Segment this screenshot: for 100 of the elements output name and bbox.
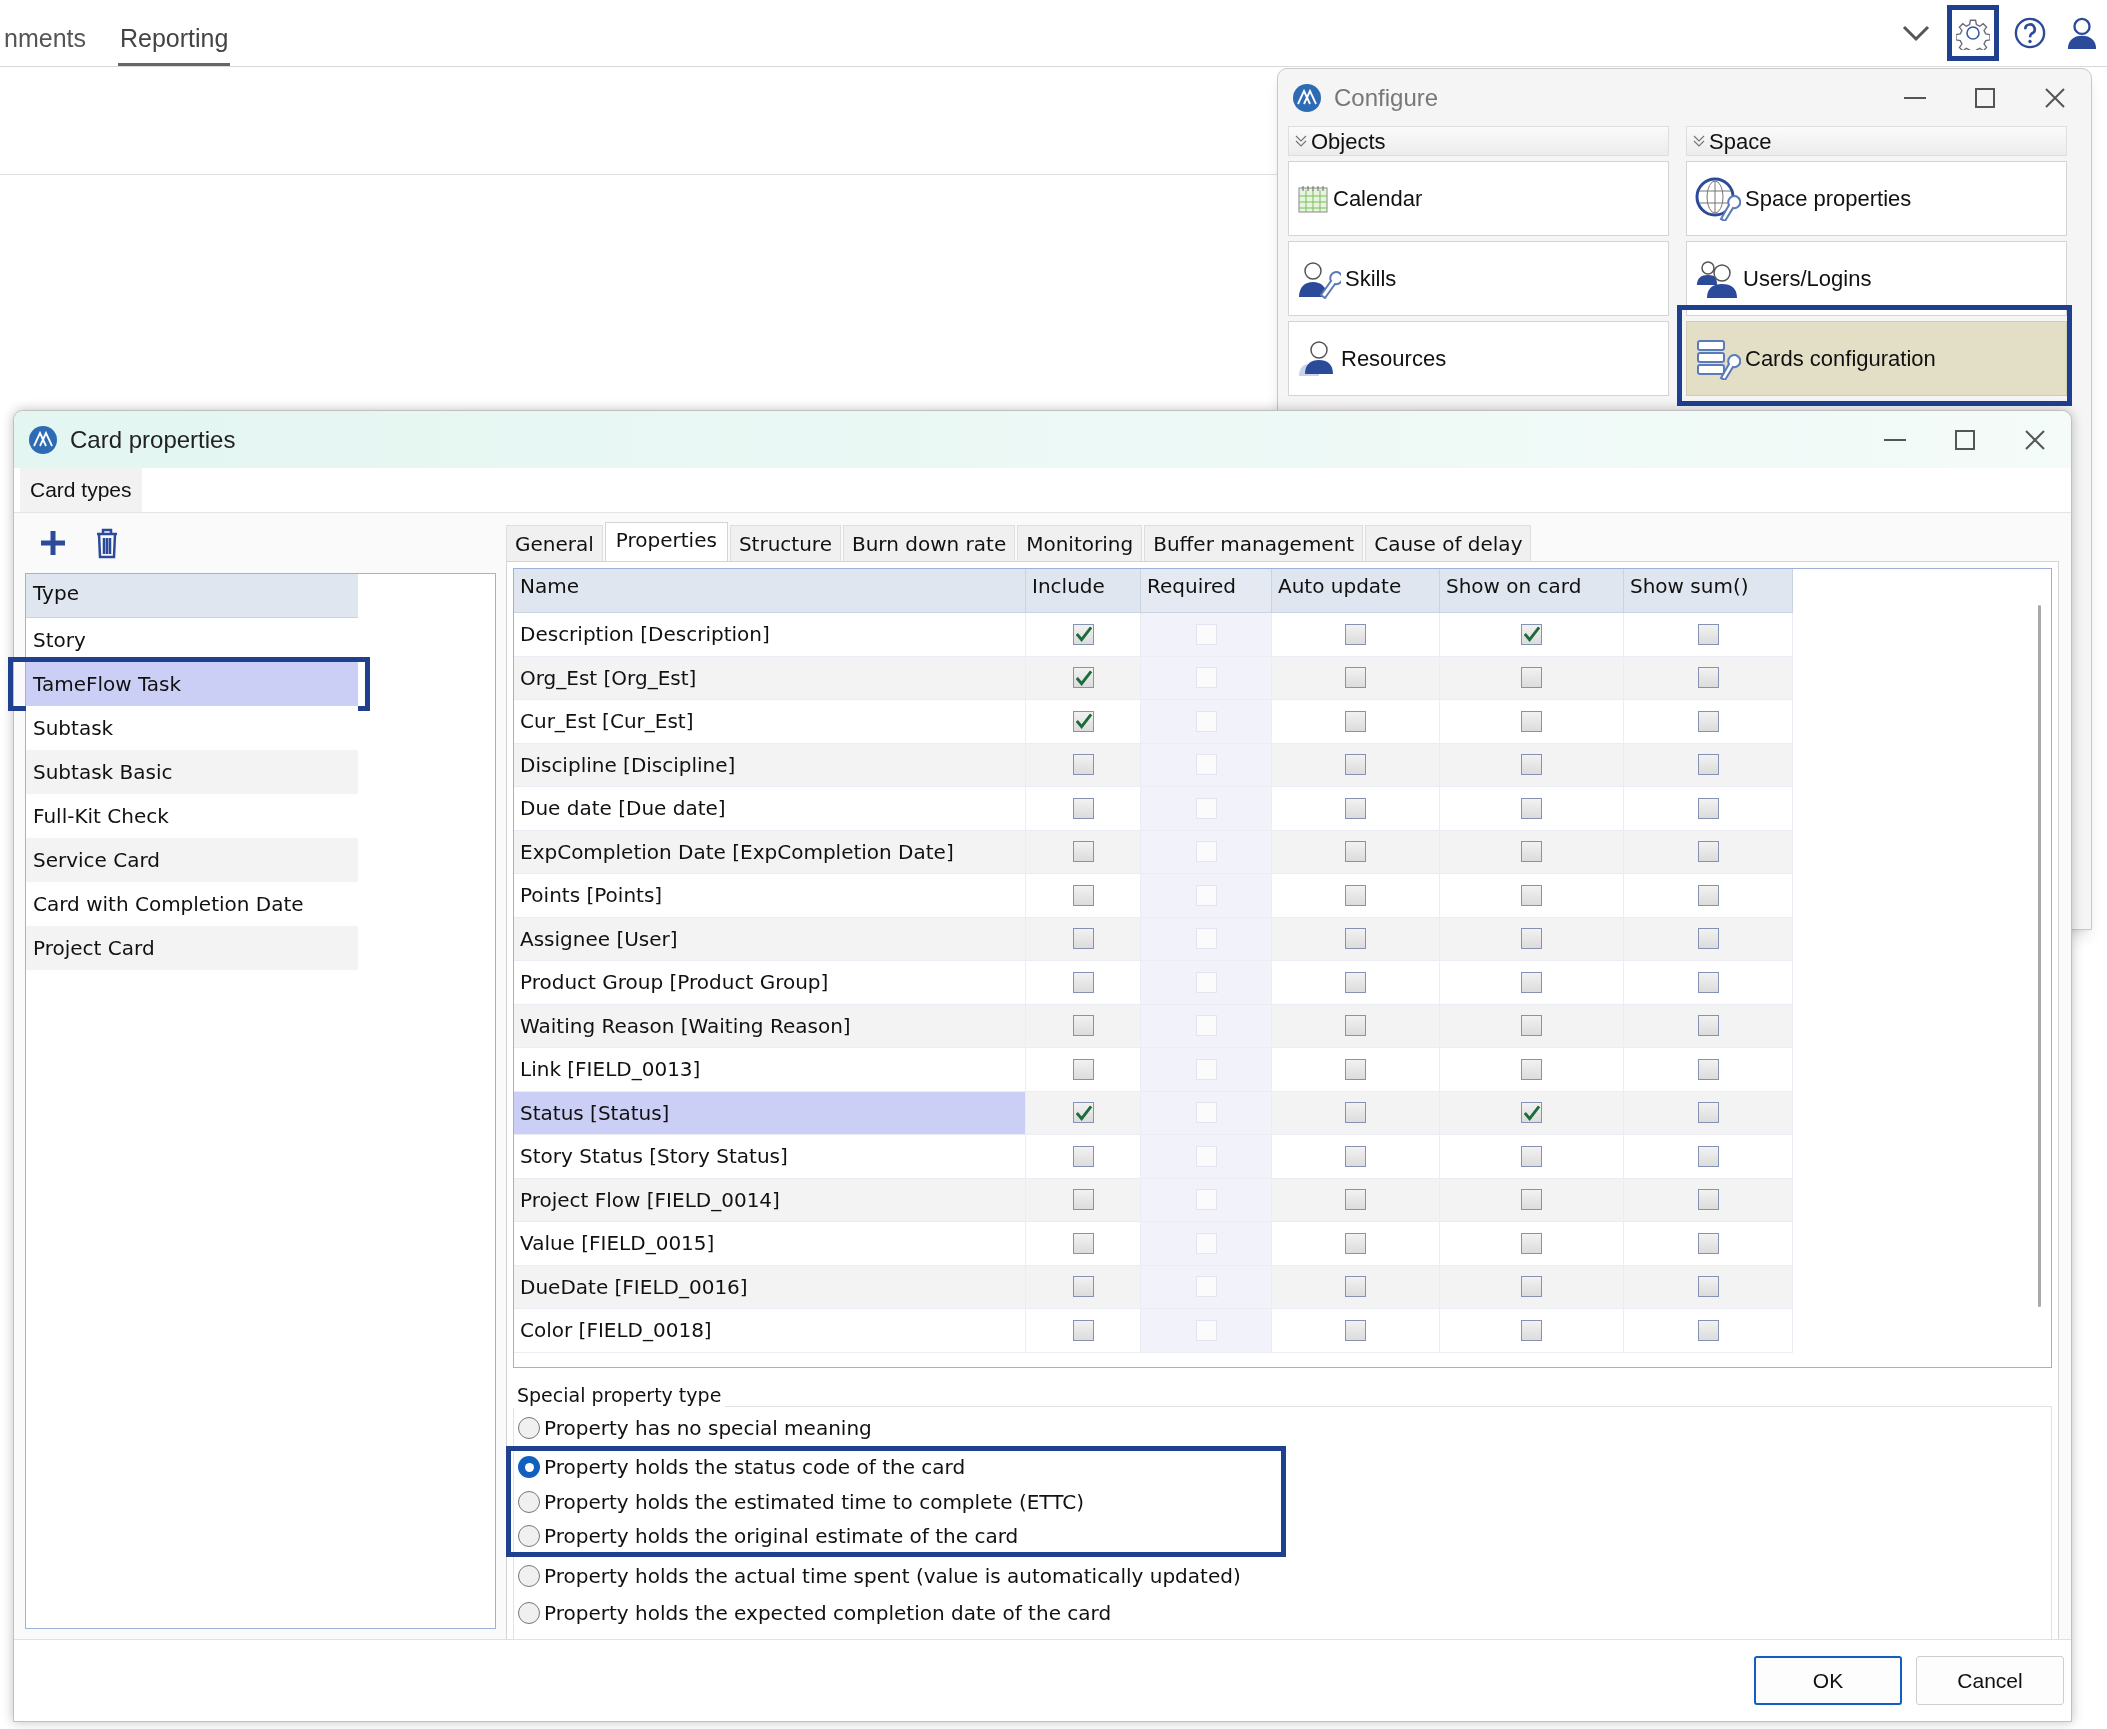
- configure-item[interactable]: Space properties: [1686, 161, 2067, 236]
- checkbox[interactable]: [1072, 1319, 1094, 1341]
- checkbox[interactable]: [1345, 884, 1366, 906]
- checkbox[interactable]: [1345, 928, 1366, 950]
- checkbox[interactable]: [1345, 1015, 1366, 1037]
- checkbox[interactable]: [1697, 1319, 1719, 1341]
- checkbox[interactable]: [1697, 667, 1719, 689]
- radio-option[interactable]: Property holds the actual time spent (value is automatically updated): [518, 1557, 2051, 1594]
- scrollbar[interactable]: [2037, 605, 2041, 1307]
- checkbox[interactable]: [1697, 1058, 1719, 1080]
- checkbox[interactable]: [1521, 971, 1542, 993]
- checkbox[interactable]: [1697, 623, 1719, 645]
- checkbox[interactable]: [1697, 1102, 1719, 1124]
- group-header[interactable]: Space: [1686, 126, 2067, 156]
- checkbox[interactable]: [1697, 884, 1719, 906]
- checkbox[interactable]: [1521, 1015, 1542, 1037]
- checkbox[interactable]: [1345, 1319, 1366, 1341]
- checkbox[interactable]: [1072, 754, 1094, 776]
- checkbox[interactable]: [1521, 710, 1542, 732]
- nav-tab[interactable]: Reporting: [118, 0, 231, 66]
- checkbox[interactable]: [1697, 1189, 1719, 1211]
- checkbox[interactable]: [1345, 623, 1366, 645]
- radio-option[interactable]: Property holds the estimated time to complete (ETTC): [506, 1483, 1286, 1520]
- checkbox[interactable]: [1072, 928, 1094, 950]
- radio-button[interactable]: [518, 1564, 540, 1587]
- radio-button[interactable]: [518, 1601, 540, 1624]
- checkbox[interactable]: [1072, 797, 1094, 819]
- checkbox[interactable]: [1521, 884, 1542, 906]
- checkbox[interactable]: [1345, 1145, 1366, 1167]
- checkbox[interactable]: [1521, 1189, 1542, 1211]
- checkbox[interactable]: [1345, 797, 1366, 819]
- ok-button[interactable]: OK: [1754, 1656, 1902, 1705]
- configure-item[interactable]: Skills: [1288, 241, 1669, 316]
- checkbox[interactable]: [1521, 623, 1542, 645]
- tab[interactable]: Burn down rate: [842, 525, 1016, 561]
- checkbox[interactable]: [1697, 841, 1719, 863]
- checkbox[interactable]: [1072, 667, 1094, 689]
- configure-item[interactable]: Users/Logins: [1686, 241, 2067, 316]
- checkbox[interactable]: [1345, 1058, 1366, 1080]
- checkbox[interactable]: [1072, 1145, 1094, 1167]
- table-cell[interactable]: Status [Status]: [514, 1091, 1026, 1135]
- checkbox[interactable]: [1345, 1232, 1366, 1254]
- list-item[interactable]: Project Card: [26, 926, 358, 970]
- table-cell[interactable]: Value [FIELD_0015]: [514, 1222, 1026, 1266]
- radio-button[interactable]: [518, 1456, 540, 1478]
- table-cell[interactable]: Description [Description]: [514, 613, 1026, 657]
- tab[interactable]: Monitoring: [1017, 525, 1143, 561]
- checkbox[interactable]: [1521, 841, 1542, 863]
- checkbox[interactable]: [1521, 928, 1542, 950]
- checkbox[interactable]: [1697, 710, 1719, 732]
- checkbox[interactable]: [1345, 1189, 1366, 1211]
- checkbox[interactable]: [1345, 1276, 1366, 1298]
- checkbox[interactable]: [1072, 623, 1094, 645]
- checkbox[interactable]: [1072, 971, 1094, 993]
- checkbox[interactable]: [1521, 1058, 1542, 1080]
- checkbox[interactable]: [1521, 1276, 1542, 1298]
- table-cell[interactable]: Link [FIELD_0013]: [514, 1048, 1026, 1092]
- tab[interactable]: Properties: [604, 522, 728, 562]
- checkbox[interactable]: [1697, 971, 1719, 993]
- checkbox[interactable]: [1345, 971, 1366, 993]
- table-cell[interactable]: Due date [Due date]: [514, 787, 1026, 831]
- checkbox[interactable]: [1345, 667, 1366, 689]
- table-cell[interactable]: Color [FIELD_0018]: [514, 1309, 1026, 1353]
- radio-button[interactable]: [518, 1525, 540, 1547]
- checkbox[interactable]: [1521, 1319, 1542, 1341]
- checkbox[interactable]: [1521, 754, 1542, 776]
- radio-option[interactable]: Property holds the status code of the card: [506, 1446, 1286, 1483]
- side-tab[interactable]: Card types: [20, 467, 142, 512]
- checkbox[interactable]: [1072, 710, 1094, 732]
- nav-tab[interactable]: nments: [2, 0, 88, 66]
- checkbox[interactable]: [1072, 1189, 1094, 1211]
- settings-button[interactable]: [1947, 5, 1999, 61]
- configure-item[interactable]: Cards configuration: [1686, 321, 2067, 396]
- checkbox[interactable]: [1697, 754, 1719, 776]
- radio-button[interactable]: [518, 1416, 540, 1439]
- tab[interactable]: General: [506, 525, 603, 561]
- list-item[interactable]: Subtask Basic: [26, 750, 358, 794]
- configure-item[interactable]: Resources: [1288, 321, 1669, 396]
- checkbox[interactable]: [1521, 1232, 1542, 1254]
- list-item[interactable]: TameFlow Task: [26, 662, 358, 706]
- radio-option[interactable]: Property holds the original estimate of the card: [506, 1520, 1286, 1557]
- list-item[interactable]: Service Card: [26, 838, 358, 882]
- checkbox[interactable]: [1521, 1145, 1542, 1167]
- checkbox[interactable]: [1521, 1102, 1542, 1124]
- checkbox[interactable]: [1072, 1058, 1094, 1080]
- checkbox[interactable]: [1072, 841, 1094, 863]
- checkbox[interactable]: [1345, 754, 1366, 776]
- checkbox[interactable]: [1345, 841, 1366, 863]
- tab[interactable]: Structure: [729, 525, 841, 561]
- table-cell[interactable]: Story Status [Story Status]: [514, 1135, 1026, 1179]
- radio-option[interactable]: Property has no special meaning: [518, 1409, 2051, 1446]
- cancel-button[interactable]: Cancel: [1916, 1656, 2064, 1705]
- checkbox[interactable]: [1072, 1102, 1094, 1124]
- table-cell[interactable]: Product Group [Product Group]: [514, 961, 1026, 1005]
- checkbox[interactable]: [1521, 667, 1542, 689]
- checkbox[interactable]: [1521, 797, 1542, 819]
- table-cell[interactable]: Cur_Est [Cur_Est]: [514, 700, 1026, 744]
- checkbox[interactable]: [1697, 1276, 1719, 1298]
- checkbox[interactable]: [1697, 928, 1719, 950]
- checkbox[interactable]: [1697, 1232, 1719, 1254]
